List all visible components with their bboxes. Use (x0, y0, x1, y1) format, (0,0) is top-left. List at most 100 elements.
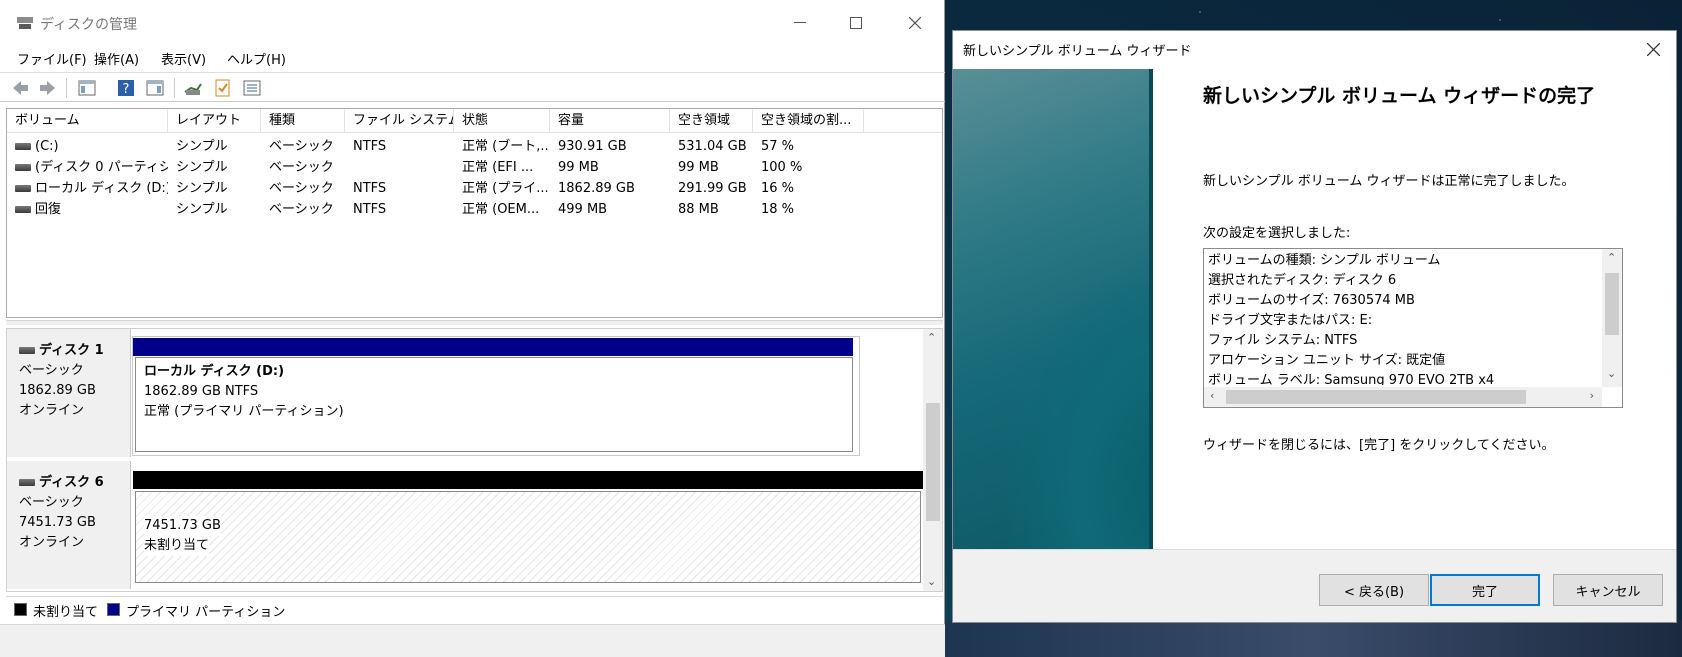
drive-icon (15, 185, 31, 192)
scrollbar-thumb[interactable] (1226, 390, 1526, 404)
disk-size: 7451.73 GB (19, 515, 96, 530)
menu-help[interactable]: ヘルプ(H) (227, 49, 286, 68)
pct-cell: 57 % (761, 139, 795, 154)
finish-button[interactable]: 完了 (1430, 574, 1540, 606)
settings-summary-box[interactable]: ボリュームの種類: シンプル ボリューム 選択されたディスク: ディスク 6 ボ… (1203, 248, 1623, 408)
disk-6-label[interactable]: ディスク 6 ベーシック 7451.73 GB オンライン (7, 461, 131, 589)
status-cell: 正常 (ブート,... (462, 139, 550, 154)
disk-1-label[interactable]: ディスク 1 ベーシック 1862.89 GB オンライン (7, 329, 131, 457)
volume-cell: ローカル ディスク (D:) (7, 178, 168, 199)
table-row[interactable]: 回復 シンプル ベーシック NTFS 正常 (OEM... 499 MB 88 … (7, 199, 942, 220)
table-row[interactable]: ローカル ディスク (D:) シンプル ベーシック NTFS 正常 (プライ..… (7, 178, 942, 199)
scroll-right-icon[interactable]: › (1590, 389, 1594, 402)
disk-type: ベーシック (19, 363, 84, 378)
unallocated-space[interactable]: 7451.73 GB 未割り当て (135, 491, 921, 583)
connect-icon[interactable] (183, 78, 203, 98)
summary-vertical-scrollbar[interactable]: ⌃ ⌄ (1602, 249, 1622, 387)
capacity-cell: 1862.89 GB (558, 181, 635, 196)
close-icon (1646, 42, 1660, 56)
console-tree-icon[interactable] (77, 78, 97, 98)
back-button[interactable]: < 戻る(B) (1319, 574, 1429, 606)
summary-line: ドライブ文字またはパス: E: (1208, 313, 1373, 328)
menu-file[interactable]: ファイル(F) (17, 49, 87, 68)
col-status[interactable]: 状態 (454, 109, 550, 133)
col-free[interactable]: 空き領域 (670, 109, 753, 133)
layout-cell: シンプル (176, 160, 228, 175)
free-cell: 291.99 GB (678, 181, 747, 196)
type-cell: ベーシック (269, 139, 334, 154)
cancel-button[interactable]: キャンセル (1553, 574, 1663, 606)
col-type[interactable]: 種類 (261, 109, 345, 133)
scroll-down-icon[interactable]: ⌄ (1607, 367, 1616, 380)
col-layout[interactable]: レイアウト (168, 109, 261, 133)
menu-action[interactable]: 操作(A) (94, 49, 139, 68)
fs-cell: NTFS (353, 139, 387, 154)
title-bar: ディスクの管理 (0, 0, 945, 46)
free-cell: 99 MB (678, 160, 719, 175)
status-cell: 正常 (EFI ... (462, 160, 534, 175)
volume-list: ボリューム レイアウト 種類 ファイル システム 状態 容量 空き領域 空き領域… (6, 108, 943, 318)
close-button[interactable] (892, 8, 938, 38)
volume-name: (ディスク 0 パーティショ... (35, 160, 168, 175)
minimize-button[interactable] (777, 8, 823, 38)
scrollbar-thumb[interactable] (1605, 273, 1619, 335)
col-capacity[interactable]: 容量 (550, 109, 670, 133)
scroll-left-icon[interactable]: ‹ (1210, 389, 1214, 402)
col-free-pct[interactable]: 空き領域の割... (753, 109, 864, 133)
table-row[interactable]: (ディスク 0 パーティショ... シンプル ベーシック 正常 (EFI ...… (7, 157, 942, 178)
scroll-down-icon[interactable]: ⌄ (927, 575, 936, 588)
wizard-close-button[interactable] (1638, 34, 1668, 64)
properties-icon[interactable] (145, 78, 165, 98)
disk-size: 1862.89 GB (19, 383, 96, 398)
list-icon[interactable] (242, 78, 262, 98)
col-volume[interactable]: ボリューム (7, 109, 168, 133)
back-arrow-icon[interactable] (10, 78, 30, 98)
drive-icon (19, 347, 35, 354)
drive-icon (15, 143, 31, 150)
status-cell: 正常 (OEM... (462, 202, 540, 217)
disk-state: オンライン (19, 403, 85, 418)
type-cell: ベーシック (269, 160, 334, 175)
drive-icon (15, 164, 31, 171)
primary-partition-bar (133, 338, 853, 356)
col-filesystem[interactable]: ファイル システム (345, 109, 454, 133)
pct-cell: 18 % (761, 202, 795, 217)
scroll-up-icon[interactable]: ⌃ (1607, 251, 1616, 264)
unallocated-bar (133, 471, 923, 489)
scrollbar-thumb[interactable] (926, 403, 940, 521)
volume-cell: 回復 (7, 199, 168, 220)
free-cell: 531.04 GB (678, 139, 747, 154)
disk-view-scrollbar[interactable]: ⌃ ⌄ (923, 329, 942, 591)
summary-horizontal-scrollbar[interactable]: ‹ › (1204, 387, 1602, 407)
capacity-cell: 99 MB (558, 160, 599, 175)
scroll-up-icon[interactable]: ⌃ (927, 331, 936, 344)
summary-lines: ボリュームの種類: シンプル ボリューム 選択されたディスク: ディスク 6 ボ… (1208, 251, 1596, 385)
pane-splitter[interactable] (6, 320, 943, 325)
forward-arrow-icon[interactable] (38, 78, 58, 98)
disk-management-icon (17, 17, 33, 29)
disk-name: ディスク 1 (39, 343, 104, 358)
volume-cell: (C:) (7, 136, 168, 157)
maximize-icon (850, 17, 862, 29)
menu-view[interactable]: 表示(V) (161, 49, 206, 68)
partition-d[interactable]: ローカル ディスク (D:) 1862.89 GB NTFS 正常 (プライマリ… (135, 357, 853, 452)
legend-swatch-primary (107, 603, 120, 616)
help-icon[interactable]: ? (116, 78, 136, 98)
volume-name: 回復 (35, 202, 62, 217)
unallocated-size: 7451.73 GB (144, 516, 221, 536)
fs-cell (345, 157, 454, 178)
wizard-footer: < 戻る(B) 完了 キャンセル (953, 549, 1676, 622)
layout-cell: シンプル (176, 181, 228, 196)
volume-name: ローカル ディスク (D:) (35, 181, 168, 196)
fs-cell: NTFS (353, 202, 387, 217)
minimize-icon (794, 22, 806, 23)
partition-detail: 1862.89 GB NTFS (144, 384, 259, 399)
status-bar (0, 624, 945, 657)
fs-cell: NTFS (353, 181, 387, 196)
table-row[interactable]: (C:) シンプル ベーシック NTFS 正常 (ブート,... 930.91 … (7, 136, 942, 157)
toolbar: ? (0, 72, 945, 102)
maximize-button[interactable] (833, 8, 879, 38)
menu-bar: ファイル(F) 操作(A) 表示(V) ヘルプ(H) (0, 46, 945, 70)
check-icon[interactable] (213, 78, 233, 98)
capacity-cell: 499 MB (558, 202, 608, 217)
